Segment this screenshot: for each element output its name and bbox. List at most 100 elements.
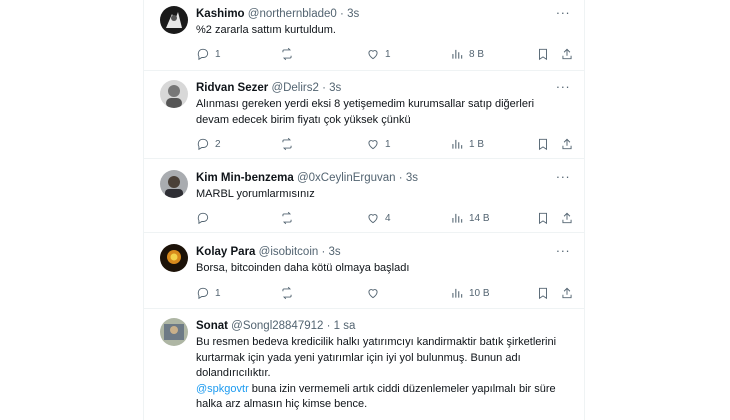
views-button[interactable]: 14 B [450,210,490,226]
share-icon [562,212,572,224]
reply-icon [197,48,209,61]
tweet-text-line: MARBL yorumlarmısınız [196,188,315,200]
retweet-button[interactable] [280,210,299,226]
tweet-text-line: @spkgovtr buna izin vermemeli artık cidd… [196,382,568,398]
tweet-header: Kashimo @northernblade0 · 3s [196,7,359,21]
avatar[interactable] [160,318,188,346]
user-handle[interactable]: @Songl28847912 [231,320,323,332]
display-name[interactable]: Ridvan Sezer [196,82,268,94]
tweet[interactable]: Kolay Para @isobitcoin · 3s ··· Borsa, b… [144,232,584,309]
like-count: 1 [385,138,391,150]
avatar[interactable] [160,80,188,108]
share-button[interactable] [560,210,574,226]
tweet[interactable]: Kashimo @northernblade0 · 3s ··· %2 zara… [144,0,584,71]
retweet-icon [282,286,292,300]
views-icon [452,213,463,223]
tweet-actions: 2 1 1 B [196,136,576,152]
tweet-time[interactable]: 3s [347,8,359,20]
user-handle[interactable]: @0xCeylinErguvan [297,172,396,184]
tweet-text-line: Borsa, bitcoinden daha kötü olmaya başla… [196,262,410,274]
views-button[interactable]: 10 B [450,285,490,301]
user-handle[interactable]: @isobitcoin [259,246,319,258]
tweet-actions: 1 10 B [196,285,576,301]
tweet-feed: Kashimo @northernblade0 · 3s ··· %2 zara… [143,0,585,420]
reply-button[interactable]: 1 [196,46,221,62]
like-button[interactable]: 1 [366,46,391,62]
retweet-button[interactable] [280,285,299,301]
tweet-time[interactable]: 3s [406,172,418,184]
bookmark-icon [539,48,547,61]
retweet-button[interactable] [280,46,299,62]
display-name[interactable]: Kashimo [196,8,245,20]
avatar[interactable] [160,244,188,272]
tweet[interactable]: Kim Min-benzema @0xCeylinErguvan · 3s ··… [144,158,584,233]
share-button[interactable] [560,136,574,152]
tweet[interactable]: Ridvan Sezer @Delirs2 · 3s ··· Alınması … [144,70,584,159]
share-icon [562,138,572,150]
like-button[interactable]: 4 [366,210,391,226]
views-icon [452,49,463,59]
bookmark-icon [539,138,547,151]
separator-dot: · [322,82,326,94]
like-count: 4 [385,212,391,224]
share-button[interactable] [560,285,574,301]
tweet-time[interactable]: 3s [329,246,341,258]
reply-button[interactable]: 2 [196,136,221,152]
avatar[interactable] [160,6,188,34]
like-button[interactable] [366,285,385,301]
bookmark-icon [539,212,547,225]
tweet-text: %2 zararla sattım kurtuldum. [196,23,568,39]
share-icon [562,287,572,299]
reply-count: 1 [215,287,221,299]
reply-icon [197,287,209,300]
heart-icon [368,50,378,60]
tweet-text: Bu resmen bedeva kredicilik halkı yatırı… [196,335,568,413]
tweet[interactable]: Sonat @Songl28847912 · 1 sa Bu resmen be… [144,308,584,420]
user-handle[interactable]: @Delirs2 [271,82,318,94]
views-count: 1 B [469,138,485,150]
reply-count: 2 [215,138,221,150]
bookmark-button[interactable] [536,210,550,226]
reply-button[interactable] [196,210,215,226]
reply-button[interactable]: 1 [196,285,221,301]
more-options-icon[interactable]: ··· [552,80,574,96]
avatar[interactable] [160,170,188,198]
retweet-button[interactable] [280,136,299,152]
like-button[interactable]: 1 [366,136,391,152]
tweet-header: Kolay Para @isobitcoin · 3s [196,245,341,259]
mention-link[interactable]: @spkgovtr [196,383,249,395]
display-name[interactable]: Sonat [196,320,228,332]
tweet-time[interactable]: 1 sa [334,320,356,332]
tweet-actions: 4 14 B [196,210,576,226]
tweet-text-line: Bu resmen bedeva kredicilik halkı yatırı… [196,336,557,348]
views-button[interactable]: 8 B [450,46,484,62]
display-name[interactable]: Kim Min-benzema [196,172,294,184]
tweet-text-line: dolandırıcılıktır. [196,367,271,379]
separator-dot: · [326,320,331,332]
more-options-icon[interactable]: ··· [552,6,574,22]
more-options-icon[interactable]: ··· [552,170,574,186]
tweet-actions: 1 1 8 B [196,46,576,62]
bookmark-button[interactable] [536,46,550,62]
display-name[interactable]: Kolay Para [196,246,255,258]
separator-dot: · [398,172,403,184]
views-count: 10 B [469,287,490,299]
tweet-text: MARBL yorumlarmısınız [196,187,568,203]
share-icon [562,48,572,60]
tweet-text: Borsa, bitcoinden daha kötü olmaya başla… [196,261,568,277]
views-count: 14 B [469,212,490,224]
user-handle[interactable]: @northernblade0 [248,8,337,20]
heart-icon [368,289,378,299]
retweet-icon [282,211,292,225]
more-options-icon[interactable]: ··· [552,244,574,260]
tweet-time[interactable]: 3s [329,82,341,94]
bookmark-button[interactable] [536,285,550,301]
reply-icon [197,212,209,225]
retweet-icon [282,137,292,151]
bookmark-button[interactable] [536,136,550,152]
tweet-text-line: Alınması gereken yerdi eksi 8 yetişemedi… [196,98,535,110]
views-button[interactable]: 1 B [450,136,484,152]
separator-dot: · [321,246,326,258]
tweet-header: Kim Min-benzema @0xCeylinErguvan · 3s [196,171,418,185]
share-button[interactable] [560,46,574,62]
